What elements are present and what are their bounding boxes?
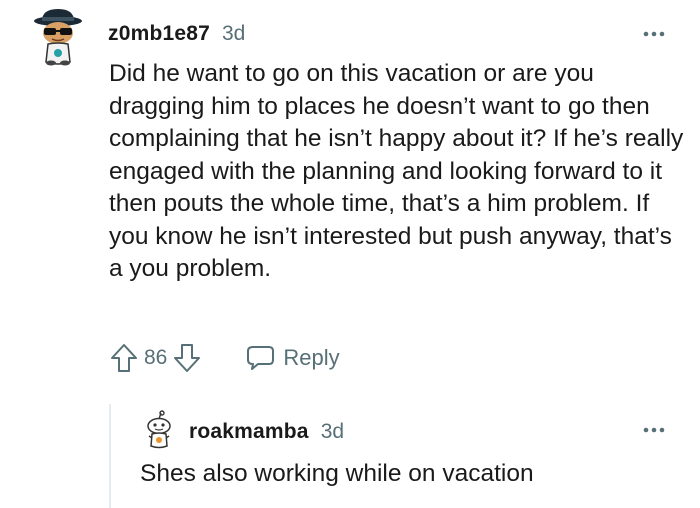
reply-meta: roakmamba 3d (189, 418, 344, 446)
comment-username[interactable]: z0mb1e87 (108, 22, 210, 46)
downvote-arrow-icon (174, 344, 201, 372)
comment-actions: 86 Reply (108, 340, 340, 376)
reply-body: Shes also working while on vacation (140, 460, 534, 487)
comment-body: Did he want to go on this vacation or ar… (109, 60, 684, 282)
upvote-arrow-icon (111, 344, 137, 372)
reply-username[interactable]: roakmamba (189, 420, 309, 444)
reply-button-label: Reply (283, 345, 340, 370)
snoo-avatar-icon (34, 9, 82, 66)
comment: z0mb1e87 3d Did he want to go on this va… (0, 0, 700, 508)
comment-timestamp[interactable]: 3d (222, 22, 245, 46)
vote-score: 86 (144, 346, 168, 369)
speech-bubble-icon (247, 346, 275, 370)
reply-timestamp[interactable]: 3d (321, 420, 344, 444)
comment-meta: z0mb1e87 3d (108, 20, 245, 48)
reply-more-button[interactable] (640, 418, 668, 442)
upvote-button[interactable] (108, 341, 140, 375)
reply-user-avatar[interactable] (143, 410, 175, 450)
user-avatar[interactable] (30, 6, 86, 66)
more-options-icon (643, 31, 665, 37)
comment-more-button[interactable] (640, 22, 668, 46)
thread-line[interactable] (109, 404, 111, 508)
reply-button[interactable]: Reply (245, 344, 340, 372)
snoo-avatar-icon (147, 410, 171, 449)
downvote-button[interactable] (171, 341, 203, 375)
more-options-icon (643, 427, 665, 433)
